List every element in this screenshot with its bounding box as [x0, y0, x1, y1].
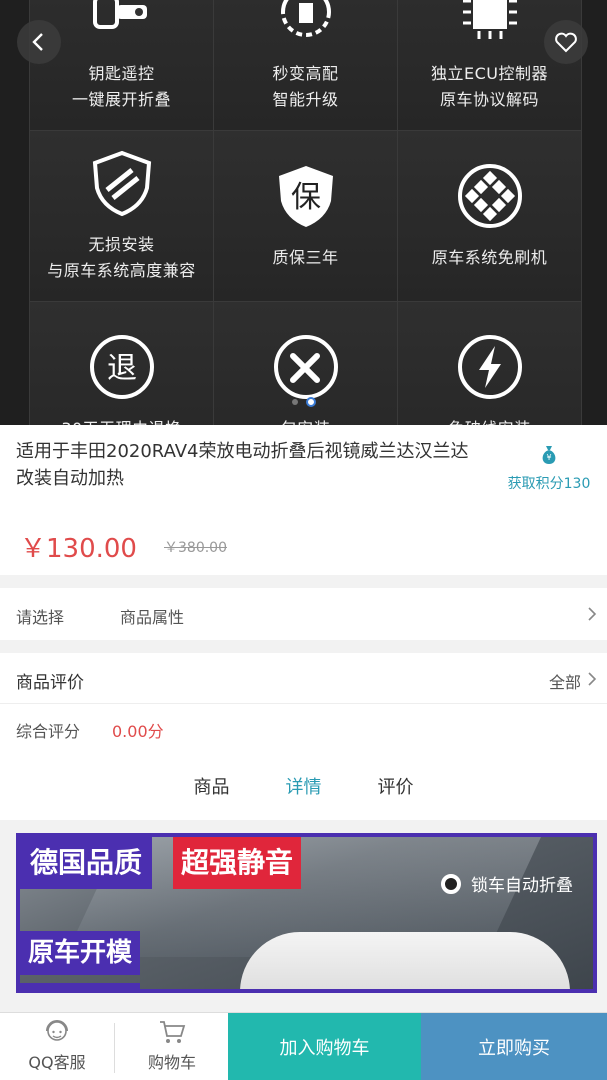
add-to-cart-button[interactable]: 加入购物车: [228, 1013, 421, 1080]
upgrade-icon: [280, 0, 331, 37]
feature-line2: 智能升级: [272, 90, 339, 109]
money-bag-icon: ¥: [542, 446, 556, 464]
feature-line1: 30天无理由退换: [61, 416, 181, 425]
ring-icon: [441, 873, 461, 894]
customer-service-icon: [46, 1020, 68, 1041]
pagination-dot-active[interactable]: [305, 397, 316, 407]
cart-button[interactable]: 购物车: [115, 1013, 229, 1080]
banner-lock-fold: 锁车自动折叠: [441, 871, 573, 896]
feature-cell: 原车系统免刷机: [398, 131, 582, 302]
detail-tabs: 商品 详情 评价: [0, 773, 607, 799]
feature-cell: 钥匙遥控 一键展开折叠: [30, 0, 214, 131]
original-price: ￥380.00: [164, 540, 227, 556]
feature-line2: 与原车系统高度兼容: [47, 261, 196, 280]
tab-product[interactable]: 商品: [194, 773, 230, 799]
points-label: 获取积分130: [507, 476, 591, 492]
key-remote-icon: [92, 0, 147, 29]
banner-mold: 原车开模: [20, 931, 141, 975]
points-badge[interactable]: ¥ 获取积分130: [499, 443, 599, 493]
feature-line1: 质保三年: [272, 248, 339, 267]
banner-upgrade: 无损升级: [20, 983, 141, 989]
return-icon: 退: [89, 335, 154, 399]
chevron-right-icon[interactable]: [585, 672, 599, 686]
product-image-gallery[interactable]: 钥匙遥控 一键展开折叠 秒变高配 智能升级 独立ECU控制器 原车协议解码 无损…: [0, 0, 607, 425]
feature-line1: 钥匙遥控: [88, 64, 155, 83]
reviews-title: 商品评价: [16, 673, 84, 693]
banner-lock-fold-text: 锁车自动折叠: [471, 876, 573, 896]
favorite-button[interactable]: [544, 20, 588, 64]
back-button[interactable]: [17, 20, 61, 64]
chip-icon: [462, 0, 517, 39]
divider: [0, 703, 607, 704]
feature-grid: 钥匙遥控 一键展开折叠 秒变高配 智能升级 独立ECU控制器 原车协议解码 无损…: [29, 0, 582, 425]
gallery-pagination: [0, 397, 607, 407]
feature-line1: 原车系统免刷机: [431, 248, 548, 267]
current-price: ￥130.00: [20, 534, 137, 564]
qq-service-label: QQ客服: [28, 1053, 86, 1072]
side-mirror: [240, 932, 570, 989]
attribute-label: 商品属性: [120, 608, 185, 627]
feature-line2: 原车协议解码: [439, 90, 539, 109]
feature-cell: 无损安装 与原车系统高度兼容: [30, 131, 214, 302]
pagination-dot[interactable]: [291, 399, 298, 405]
warranty-icon: 保: [278, 166, 333, 227]
buy-now-button[interactable]: 立即购买: [421, 1013, 607, 1080]
detail-banner-image: 德国品质 超强静音 锁车自动折叠 原车开模 无损升级: [16, 833, 597, 993]
feature-line2: 一键展开折叠: [71, 90, 171, 109]
svg-text:退: 退: [107, 351, 137, 386]
feature-line1: 免破线安装: [448, 416, 531, 425]
feature-line1: 无损安装: [88, 235, 155, 254]
feature-line1: 独立ECU控制器: [431, 64, 548, 83]
svg-text:¥: ¥: [546, 453, 551, 462]
reviews-section: 商品评价 全部 综合评分 0.00分 商品 详情 评价: [0, 653, 607, 820]
cart-label: 购物车: [147, 1053, 196, 1072]
tab-reviews[interactable]: 评价: [378, 773, 414, 799]
feature-cell: 保 质保三年: [214, 131, 398, 302]
svg-text:保: 保: [291, 180, 321, 215]
feature-cell: 独立ECU控制器 原车协议解码: [398, 0, 582, 131]
lightning-icon: [457, 335, 522, 399]
product-info: 适用于丰田2020RAV4荣放电动折叠后视镜威兰达汉兰达改装自动加热 ¥ 获取积…: [0, 425, 607, 575]
diamond-icon: [457, 164, 522, 228]
cart-icon: [160, 1021, 186, 1043]
tab-details[interactable]: 详情: [286, 773, 322, 799]
feature-line1: 秒变高配: [272, 64, 339, 83]
feature-line1: 包安装: [281, 416, 331, 425]
bottom-action-bar: QQ客服 购物车 加入购物车 立即购买: [0, 1012, 607, 1080]
reviews-all-link[interactable]: 全部: [549, 669, 581, 693]
banner-quality: 德国品质: [20, 837, 153, 889]
overall-score-value: 0.00分: [112, 722, 164, 741]
select-label: 请选择: [16, 608, 65, 627]
chevron-right-icon: [588, 607, 597, 621]
tools-icon: [273, 335, 338, 399]
banner-silent: 超强静音: [173, 837, 302, 889]
chevron-left-icon: [32, 33, 43, 51]
feature-cell: 秒变高配 智能升级: [214, 0, 398, 131]
overall-score-label: 综合评分: [16, 722, 81, 741]
qq-service-button[interactable]: QQ客服: [0, 1013, 114, 1080]
product-title: 适用于丰田2020RAV4荣放电动折叠后视镜威兰达汉兰达改装自动加热: [16, 441, 469, 489]
heart-icon: [555, 32, 577, 53]
attribute-selector[interactable]: 请选择 商品属性: [0, 588, 607, 640]
shield-icon: [92, 150, 151, 217]
